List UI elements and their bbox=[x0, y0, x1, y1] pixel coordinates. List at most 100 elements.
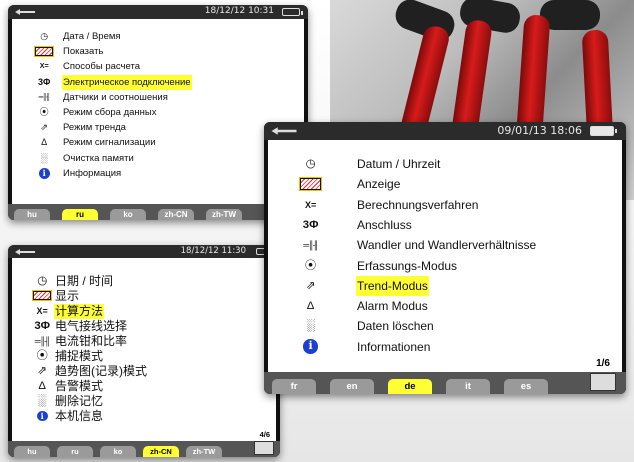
language-tabs: hu ru ko zh-CN zh-TW bbox=[8, 441, 280, 457]
capture-mode-icon: ⦿ bbox=[304, 259, 317, 272]
info-icon: i bbox=[298, 337, 324, 357]
display-icon bbox=[33, 44, 55, 59]
tab-ru[interactable]: ru bbox=[62, 209, 98, 220]
tab-ko[interactable]: ko bbox=[110, 209, 146, 220]
menu-item[interactable]: 3Φ Электрическое подключение bbox=[20, 74, 296, 90]
menu-item[interactable]: ⦿ 捕捉模式 bbox=[18, 349, 270, 364]
menu-item[interactable]: Показать bbox=[20, 44, 296, 59]
menu-item[interactable]: ░ 删除记忆 bbox=[18, 394, 270, 409]
exit-button[interactable] bbox=[254, 441, 274, 455]
tab-zh-TW[interactable]: zh-TW bbox=[206, 209, 242, 220]
tab-it[interactable]: it bbox=[446, 379, 490, 394]
menu-item-label: Показать bbox=[63, 46, 104, 58]
alarm-icon: Δ bbox=[41, 137, 48, 148]
trend-icon: ⇗ bbox=[37, 365, 47, 377]
clamp-sensor-icon: ═║╢ bbox=[303, 240, 319, 251]
trash-icon: ░ bbox=[306, 320, 315, 333]
language-tabs: fr en de it es bbox=[264, 372, 626, 394]
tab-es[interactable]: es bbox=[504, 379, 548, 394]
menu-item[interactable]: Δ 告警模式 bbox=[18, 379, 270, 394]
menu-item-label: 本机信息 bbox=[55, 409, 104, 423]
calc-methods-icon: X= bbox=[36, 306, 48, 316]
trash-icon: ░ bbox=[40, 152, 48, 163]
datetime: 09/01/13 18:06 bbox=[497, 124, 582, 137]
exit-button[interactable] bbox=[590, 373, 616, 391]
menu-item[interactable]: 3Φ Anschluss bbox=[282, 215, 612, 235]
trend-icon: ⇗ bbox=[40, 122, 48, 133]
menu-item-label: Trend-Modus bbox=[356, 275, 429, 297]
menu-item-label: 显示 bbox=[55, 289, 80, 303]
three-phase-icon: 3Φ bbox=[34, 320, 51, 332]
wrench-icon bbox=[15, 249, 35, 255]
menu-item[interactable]: ⇗ 趋势图(记录)模式 bbox=[18, 364, 270, 379]
menu-item[interactable]: Anzeige bbox=[282, 174, 612, 194]
tab-zh-CN[interactable]: zh-CN bbox=[158, 209, 194, 220]
screen-russian: 18/12/12 10:31 ◷ Дата / Время Показать X= Сп… bbox=[8, 5, 308, 220]
menu-item[interactable]: ◷ 日期 / 时间 bbox=[18, 274, 270, 289]
menu-item[interactable]: 3Φ 电气接线选择 bbox=[18, 319, 270, 334]
battery-icon bbox=[282, 8, 303, 16]
tab-ru[interactable]: ru bbox=[57, 446, 93, 457]
menu-item-label: Дата / Время bbox=[63, 31, 121, 42]
tab-zh-CN[interactable]: zh-CN bbox=[143, 446, 179, 457]
tab-de[interactable]: de bbox=[388, 379, 432, 394]
menu-item[interactable]: i Informationen bbox=[282, 337, 612, 357]
menu-item[interactable]: ◷ Дата / Время bbox=[20, 29, 296, 44]
menu-item-label: Anzeige bbox=[357, 177, 401, 192]
datetime: 18/12/12 10:31 bbox=[204, 6, 274, 16]
menu-item[interactable]: 显示 bbox=[18, 289, 270, 304]
status-bar: 09/01/13 18:06 bbox=[264, 122, 626, 140]
trend-icon: ⇗ bbox=[305, 279, 316, 292]
menu-item-label: 捕捉模式 bbox=[55, 349, 104, 363]
page-indicator: 4/6 bbox=[259, 430, 270, 439]
menu-item[interactable]: X= Способы расчета bbox=[20, 59, 296, 74]
menu-item[interactable]: ═║╢ Датчики и соотношения bbox=[20, 90, 296, 105]
clock-icon: ◷ bbox=[37, 275, 48, 287]
menu-item[interactable]: ═║╢ 电流钳和比率 bbox=[18, 334, 270, 349]
calc-methods-icon: X= bbox=[39, 62, 49, 71]
menu-item-label: Информация bbox=[63, 167, 122, 179]
menu-item[interactable]: ⦿ Erfassungs-Modus bbox=[282, 256, 612, 276]
clamp-sensor-icon: ═║╢ bbox=[38, 93, 51, 101]
menu-item[interactable]: X= Berechnungsverfahren bbox=[282, 195, 612, 215]
menu-item[interactable]: ═║╢ Wandler und Wandlerverhältnisse bbox=[282, 235, 612, 255]
menu-item[interactable]: ⇗ Trend-Modus bbox=[282, 275, 612, 297]
alarm-icon: Δ bbox=[306, 300, 315, 313]
menu-item-label: Informationen bbox=[357, 339, 431, 354]
menu-item[interactable]: ⦿ Режим сбора данных bbox=[20, 105, 296, 120]
datetime: 18/12/12 11:30 bbox=[180, 246, 246, 256]
menu-item[interactable]: Δ Alarm Modus bbox=[282, 296, 612, 316]
three-phase-icon: 3Φ bbox=[302, 218, 319, 231]
menu-item[interactable]: ⇗ Режим тренда bbox=[20, 120, 296, 135]
menu-item[interactable]: Δ Режим сигнализации bbox=[20, 135, 296, 150]
menu-item-label: Режим тренда bbox=[63, 122, 126, 134]
tab-hu[interactable]: hu bbox=[14, 446, 50, 457]
menu-item-label: 告警模式 bbox=[55, 379, 104, 393]
menu-item-label: 删除记忆 bbox=[55, 394, 104, 408]
tab-ko[interactable]: ko bbox=[100, 446, 136, 457]
menu-item-label: Режим сбора данных bbox=[63, 107, 157, 118]
tab-en[interactable]: en bbox=[330, 379, 374, 394]
menu-item[interactable]: X= 计算方法 bbox=[18, 304, 270, 319]
menu-item-label: Anschluss bbox=[357, 217, 412, 232]
menu-item[interactable]: ◷ Datum / Uhrzeit bbox=[282, 154, 612, 174]
menu-item[interactable]: i 本机信息 bbox=[18, 409, 270, 424]
menu-item-label: 电气接线选择 bbox=[55, 319, 128, 333]
menu-item[interactable]: ░ Daten löschen bbox=[282, 316, 612, 336]
tab-fr[interactable]: fr bbox=[272, 379, 316, 394]
battery-icon bbox=[590, 126, 617, 136]
menu-item-label: 趋势图(记录)模式 bbox=[55, 364, 147, 378]
language-tabs: hu ru ko zh-CN zh-TW bbox=[8, 204, 308, 220]
menu-item-label: Электрическое подключение bbox=[62, 74, 192, 90]
clamp-sensor-icon: ═║╢ bbox=[34, 336, 51, 346]
menu-item[interactable]: ░ Очистка памяти bbox=[20, 151, 296, 166]
menu-item-label: Способы расчета bbox=[63, 61, 140, 73]
tab-hu[interactable]: hu bbox=[14, 209, 50, 220]
clock-icon: ◷ bbox=[305, 158, 316, 170]
capture-mode-icon: ⦿ bbox=[39, 107, 49, 117]
menu-item-label: 电流钳和比率 bbox=[55, 334, 128, 348]
trash-icon: ░ bbox=[38, 395, 47, 407]
calc-methods-icon: X= bbox=[304, 199, 317, 210]
tab-zh-TW[interactable]: zh-TW bbox=[186, 446, 222, 457]
menu-item[interactable]: i Информация bbox=[20, 166, 296, 181]
